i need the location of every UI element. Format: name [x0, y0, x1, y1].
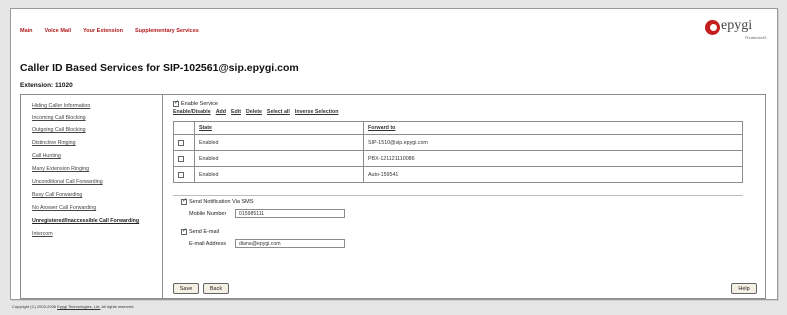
nav-voicemail-link[interactable]: Voice Mail — [45, 28, 72, 34]
table-row: Enabled Auto-159541 — [173, 166, 743, 183]
top-navigation: Main Voice Mail Your Extension Supplemen… — [20, 28, 199, 34]
sidebar-item-intercom[interactable]: Intercom — [32, 231, 53, 237]
row-state: Enabled — [194, 166, 364, 183]
sidebar: Hiding Caller Information Incoming Call … — [21, 95, 163, 298]
help-button[interactable]: Help — [731, 283, 757, 294]
footer-rights: All rights reserved. — [101, 304, 135, 309]
footer-copyright: Copyright (C) 2003-2006 — [12, 304, 57, 309]
row-state: Enabled — [194, 134, 364, 151]
content-panel: Hiding Caller Information Incoming Call … — [20, 94, 766, 299]
inverse-selection-link[interactable]: Inverse Selection — [295, 109, 339, 115]
nav-extension-link[interactable]: Your Extension — [83, 28, 123, 34]
sidebar-item-distinctive-ringing[interactable]: Distinctive Ringing — [32, 140, 76, 146]
nav-main-link[interactable]: Main — [20, 28, 33, 34]
row-checkbox[interactable] — [178, 155, 184, 162]
enable-disable-link[interactable]: Enable/Disable — [173, 109, 211, 115]
logo-text: epygi — [721, 18, 753, 33]
edit-link[interactable]: Edit — [231, 109, 241, 115]
enable-service-checkbox[interactable] — [173, 99, 179, 107]
save-button[interactable]: Save — [173, 283, 199, 294]
back-button[interactable]: Back — [203, 283, 229, 294]
row-forward-to: Auto-159541 — [363, 166, 743, 183]
send-email-checkbox[interactable] — [181, 227, 187, 235]
sidebar-item-incoming-call-blocking[interactable]: Incoming Call Blocking — [32, 115, 86, 121]
sidebar-item-outgoing-call-blocking[interactable]: Outgoing Call Blocking — [32, 127, 86, 133]
header-state[interactable]: State — [194, 121, 364, 135]
table-row: Enabled PBX-121121110086 — [173, 150, 743, 167]
logo-mark-icon — [705, 20, 720, 35]
delete-link[interactable]: Delete — [246, 109, 262, 115]
email-address-label: E-mail Address — [189, 241, 226, 247]
footer-company-link[interactable]: Epygi Technologies, Ltd. — [57, 304, 100, 309]
table-row: Enabled SIP-1510@sip.epygi.com — [173, 134, 743, 151]
sidebar-item-call-hunting[interactable]: Call Hunting — [32, 153, 61, 159]
row-state: Enabled — [194, 150, 364, 167]
send-email-label: Send E-mail — [189, 229, 219, 235]
row-checkbox[interactable] — [178, 139, 184, 146]
main-content: Enable Service Enable/Disable Add Edit D… — [163, 95, 765, 298]
send-sms-label: Send Notification Via SMS — [189, 199, 254, 205]
row-forward-to: SIP-1510@sip.epygi.com — [363, 134, 743, 151]
page-title: Caller ID Based Services for SIP-102561@… — [20, 62, 299, 74]
select-all-link[interactable]: Select all — [267, 109, 290, 115]
sidebar-item-unregistered-forwarding[interactable]: Unregistered/Inaccessible Call Forwardin… — [32, 218, 139, 224]
sidebar-item-hiding-caller-info[interactable]: Hiding Caller Information — [32, 103, 90, 109]
header-checkbox-cell — [173, 121, 195, 135]
sidebar-item-unconditional-forwarding[interactable]: Unconditional Call Forwarding — [32, 179, 103, 185]
footer: Copyright (C) 2003-2006 Epygi Technologi… — [12, 304, 134, 309]
nav-supplementary-link[interactable]: Supplementary Services — [135, 28, 199, 34]
row-forward-to: PBX-121121110086 — [363, 150, 743, 167]
header-forward-to[interactable]: Forward to — [363, 121, 743, 135]
notification-separator — [173, 195, 743, 196]
epygi-logo: epygi FDuadro4x4S — [705, 18, 767, 44]
send-sms-checkbox[interactable] — [181, 197, 187, 205]
extension-label: Extension: 11020 — [20, 82, 73, 89]
email-address-input[interactable]: diana@epygi.com — [235, 239, 345, 248]
table-actions: Enable/Disable Add Edit Delete Select al… — [173, 109, 338, 115]
mobile-number-label: Mobile Number — [189, 211, 227, 217]
sidebar-item-no-answer-forwarding[interactable]: No Answer Call Forwarding — [32, 205, 96, 211]
sidebar-item-many-extension-ringing[interactable]: Many Extension Ringing — [32, 166, 89, 172]
mobile-number-input[interactable]: 015985111 — [235, 209, 345, 218]
forwarding-table: State Forward to Enabled SIP-1510@sip.ep… — [173, 121, 743, 183]
row-checkbox[interactable] — [178, 171, 184, 178]
sidebar-item-busy-forwarding[interactable]: Busy Call Forwarding — [32, 192, 82, 198]
logo-subtext: FDuadro4x4S — [745, 36, 767, 40]
add-link[interactable]: Add — [216, 109, 226, 115]
enable-service-label: Enable Service — [181, 101, 218, 107]
table-header-row: State Forward to — [173, 121, 743, 135]
